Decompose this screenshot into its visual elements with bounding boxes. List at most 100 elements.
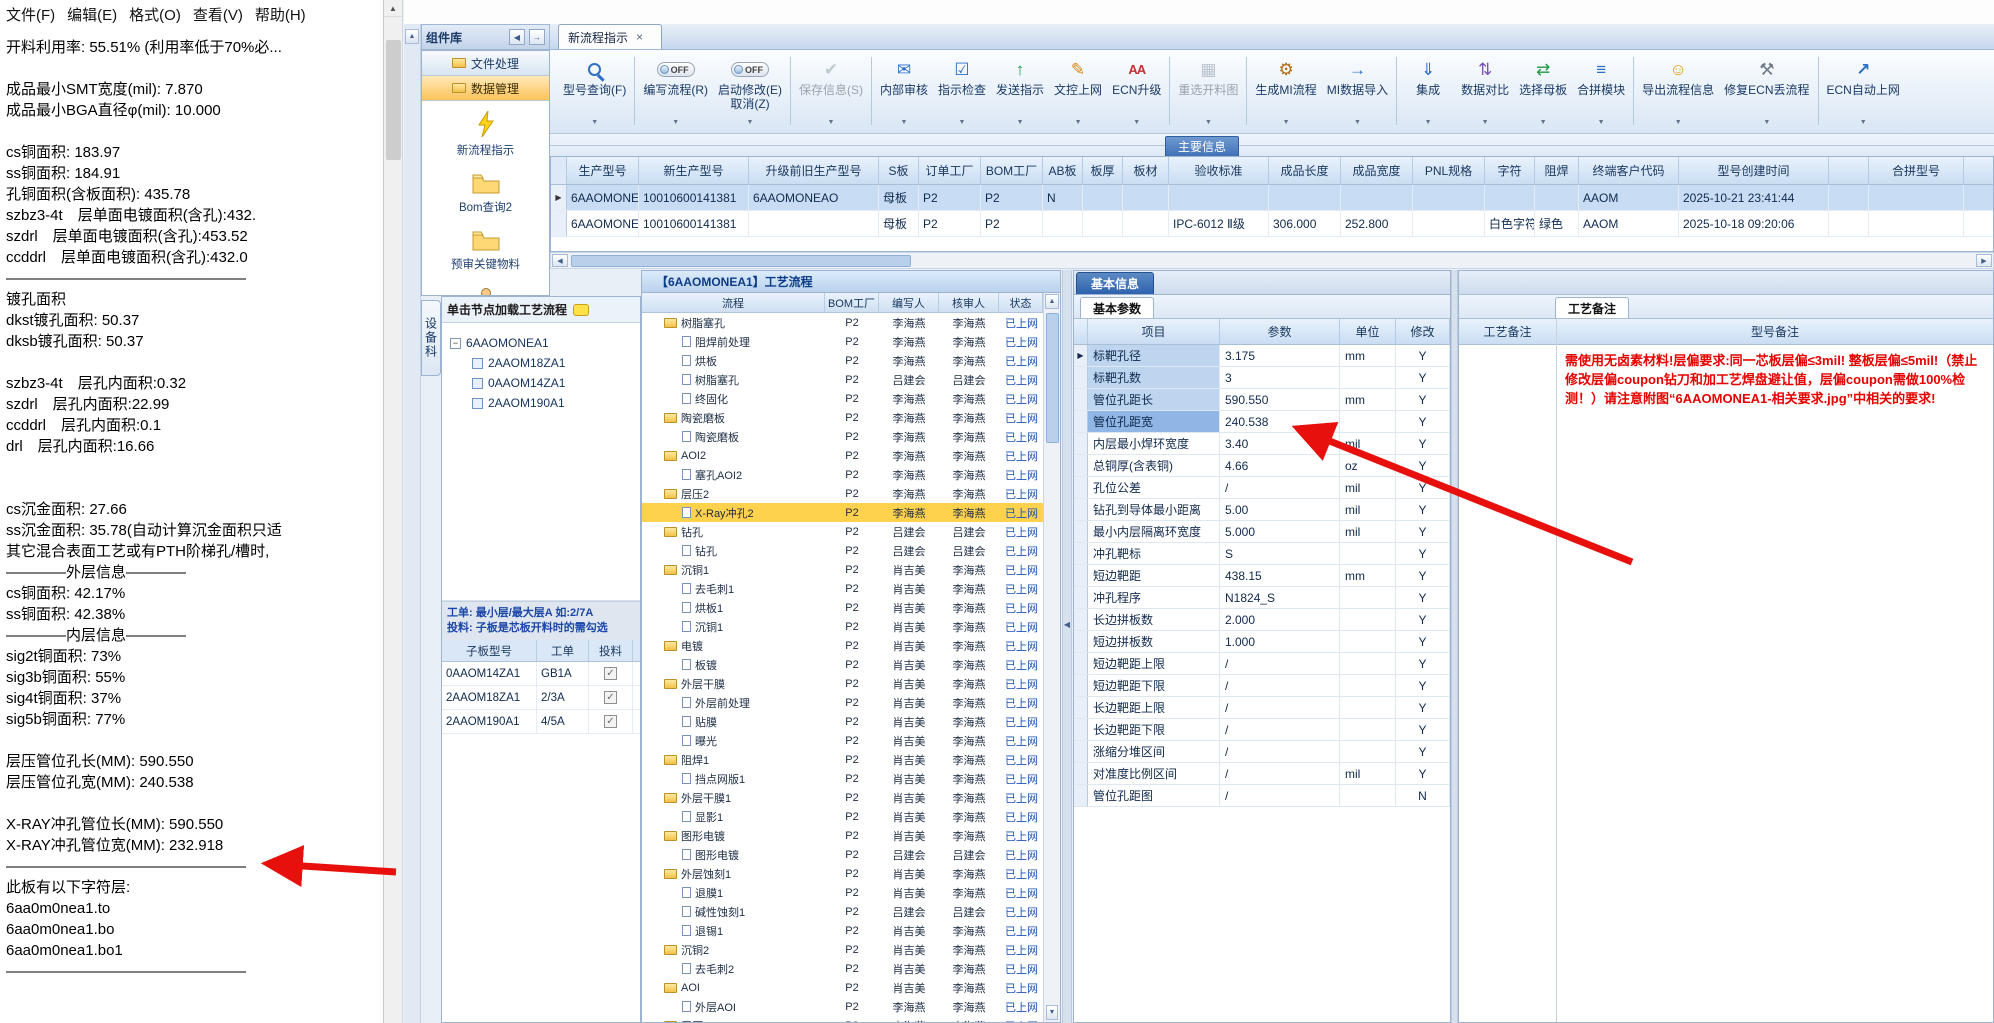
checkbox[interactable]: ✓ <box>604 667 617 680</box>
param-row-管位孔距宽[interactable]: 管位孔距宽 240.538 Y <box>1074 411 1450 433</box>
process-row-图形电镀[interactable]: 图形电镀 P2 肖吉美 李海燕 已上网 <box>642 826 1043 845</box>
param-row-短边靶距下限[interactable]: 短边靶距下限 / Y <box>1074 675 1450 697</box>
process-column-header-流程[interactable]: 流程 <box>642 293 825 312</box>
tab-basic-info[interactable]: 基本信息 <box>1076 272 1155 294</box>
toolbar-button-数据对比[interactable]: ⇅ 数据对比 ▼ <box>1456 54 1514 128</box>
toolbar-button-型号查询(F)[interactable]: 型号查询(F) ▼ <box>558 54 631 128</box>
scrollbar-thumb[interactable] <box>1046 313 1059 443</box>
params-column-header-修改[interactable]: 修改 <box>1396 319 1450 344</box>
scrollbar-thumb[interactable] <box>571 255 911 267</box>
tree-node-2AAOM18ZA1[interactable]: 2AAOM18ZA1 <box>450 353 638 373</box>
process-row-电镀[interactable]: 电镀 P2 肖吉美 李海燕 已上网 <box>642 636 1043 655</box>
dropdown-arrow-icon[interactable]: ▼ <box>1425 119 1432 126</box>
tab-basic-params[interactable]: 基本参数 <box>1080 297 1155 318</box>
toggle-off[interactable]: OFF <box>656 62 695 77</box>
param-row-短边拼板数[interactable]: 短边拼板数 1.000 Y <box>1074 631 1450 653</box>
param-row-孔位公差[interactable]: 孔位公差 / mil Y <box>1074 477 1450 499</box>
param-row-标靶孔径[interactable]: ▶ 标靶孔径 3.175 mm Y <box>1074 345 1450 367</box>
process-row-树脂塞孔[interactable]: 树脂塞孔 P2 李海燕 李海燕 已上网 <box>642 313 1043 332</box>
grid-column-header-BOM工厂[interactable]: BOM工厂 <box>981 157 1043 184</box>
dropdown-arrow-icon[interactable]: ▼ <box>1482 119 1489 126</box>
process-column-header-编写人[interactable]: 编写人 <box>879 293 939 312</box>
toolbar-button-ECN升级[interactable]: AA ECN升级 ▼ <box>1107 54 1166 128</box>
close-icon[interactable]: × <box>636 31 643 43</box>
dropdown-arrow-icon[interactable]: ▼ <box>828 119 835 126</box>
grid-column-header-订单工厂[interactable]: 订单工厂 <box>919 157 981 184</box>
grid-column-header-板材[interactable]: 板材 <box>1123 157 1169 184</box>
process-column-header-核审人[interactable]: 核审人 <box>939 293 999 312</box>
process-row-终固化[interactable]: 终固化 P2 李海燕 李海燕 已上网 <box>642 389 1043 408</box>
sidebar-group-文件处理[interactable]: 文件处理 <box>422 51 549 76</box>
pin-icon[interactable]: → <box>529 29 545 45</box>
grid-row[interactable]: ▶6AAOMONEA1100106001413816AAOMONEAO母板P2P… <box>551 185 1993 211</box>
row-selector[interactable]: ▶ <box>551 185 567 210</box>
params-column-header-单位[interactable]: 单位 <box>1340 319 1396 344</box>
dropdown-arrow-icon[interactable]: ▼ <box>1354 119 1361 126</box>
tree-collapse-icon[interactable]: − <box>450 337 461 349</box>
process-row-曝光[interactable]: 曝光 P2 肖吉美 李海燕 已上网 <box>642 731 1043 750</box>
grid-column-header-新生产型号[interactable]: 新生产型号 <box>639 157 749 184</box>
toolbar-button-ECN自动上网[interactable]: ↗ ECN自动上网 ▼ <box>1822 54 1905 128</box>
toolbar-button-修复ECN丢流程[interactable]: ⚒ 修复ECN丢流程 ▼ <box>1719 54 1814 128</box>
tab-process-notes[interactable]: 工艺备注 <box>1555 297 1630 318</box>
dropdown-arrow-icon[interactable]: ▼ <box>672 119 679 126</box>
toolbar-button-保存信息(S)[interactable]: ✔ 保存信息(S) ▼ <box>794 54 868 128</box>
process-row-钻孔[interactable]: 钻孔 P2 吕建会 吕建会 已上网 <box>642 541 1043 560</box>
model-notes-body[interactable]: 需使用无卤素材料!层偏要求:同一芯板层偏≤3mil! 整板层偏≤5mil!（禁止… <box>1557 345 1993 1022</box>
process-row-X-Ray冲孔2[interactable]: X-Ray冲孔2 P2 李海燕 李海燕 已上网 <box>642 503 1043 522</box>
grid-column-header-板厚[interactable]: 板厚 <box>1083 157 1123 184</box>
grid-column-header-AB板[interactable]: AB板 <box>1043 157 1083 184</box>
checkbox[interactable]: ✓ <box>604 715 617 728</box>
subboard-row-0AAOM14ZA1[interactable]: 0AAOM14ZA1 GB1A ✓ <box>442 662 640 686</box>
param-row-冲孔程序[interactable]: 冲孔程序 N1824_S Y <box>1074 587 1450 609</box>
param-row-短边靶距上限[interactable]: 短边靶距上限 / Y <box>1074 653 1450 675</box>
process-row-去毛刺2[interactable]: 去毛刺2 P2 肖吉美 李海燕 已上网 <box>642 959 1043 978</box>
process-row-沉铜1[interactable]: 沉铜1 P2 肖吉美 李海燕 已上网 <box>642 617 1043 636</box>
process-row-贴膜[interactable]: 贴膜 P2 肖吉美 李海燕 已上网 <box>642 712 1043 731</box>
scroll-down-icon[interactable]: ▼ <box>1046 1005 1058 1020</box>
grid-column-header-升级前旧生产型号[interactable]: 升级前旧生产型号 <box>749 157 879 184</box>
notepad-text[interactable]: 开料利用率: 55.51% (利用率低于70%必... 成品最小SMT宽度(mi… <box>0 29 383 982</box>
process-row-去毛刺1[interactable]: 去毛刺1 P2 肖吉美 李海燕 已上网 <box>642 579 1043 598</box>
dropdown-arrow-icon[interactable]: ▼ <box>1860 119 1867 126</box>
process-row-树脂塞孔[interactable]: 树脂塞孔 P2 吕建会 吕建会 已上网 <box>642 370 1043 389</box>
process-notes-body[interactable] <box>1459 345 1556 1022</box>
process-row-外层AOI[interactable]: 外层AOI P2 李海燕 李海燕 已上网 <box>642 997 1043 1016</box>
process-row-外层蚀刻1[interactable]: 外层蚀刻1 P2 肖吉美 李海燕 已上网 <box>642 864 1043 883</box>
scroll-up-icon[interactable]: ▲ <box>405 29 419 44</box>
dropdown-arrow-icon[interactable]: ▼ <box>1763 119 1770 126</box>
param-row-最小内层隔离环宽度[interactable]: 最小内层隔离环宽度 5.000 mil Y <box>1074 521 1450 543</box>
dropdown-arrow-icon[interactable]: ▼ <box>1283 119 1290 126</box>
tab-new-process-instruction[interactable]: 新流程指示 × <box>558 24 662 49</box>
toolbar-button-选择母板[interactable]: ⇄ 选择母板 ▼ <box>1514 54 1572 128</box>
param-row-对准度比例区间[interactable]: 对准度比例区间 / mil Y <box>1074 763 1450 785</box>
process-row-AOI[interactable]: AOI P2 肖吉美 李海燕 已上网 <box>642 978 1043 997</box>
param-row-管位孔距图[interactable]: 管位孔距图 / N <box>1074 785 1450 807</box>
grid-column-header-PNL规格[interactable]: PNL规格 <box>1413 157 1485 184</box>
param-row-长边靶距上限[interactable]: 长边靶距上限 / Y <box>1074 697 1450 719</box>
dropdown-arrow-icon[interactable]: ▼ <box>747 119 754 126</box>
tree-node-2AAOM190A1[interactable]: 2AAOM190A1 <box>450 393 638 413</box>
grid-column-header-型号创建时间[interactable]: 型号创建时间 <box>1679 157 1829 184</box>
process-row-外层干膜[interactable]: 外层干膜 P2 肖吉美 李海燕 已上网 <box>642 674 1043 693</box>
menu-item[interactable]: 编辑(E) <box>65 3 127 27</box>
process-row-退锡1[interactable]: 退锡1 P2 肖吉美 李海燕 已上网 <box>642 921 1043 940</box>
dropdown-arrow-icon[interactable]: ▼ <box>901 119 908 126</box>
param-row-长边拼板数[interactable]: 长边拼板数 2.000 Y <box>1074 609 1450 631</box>
process-row-AOI2[interactable]: AOI2 P2 李海燕 李海燕 已上网 <box>642 446 1043 465</box>
dropdown-arrow-icon[interactable]: ▼ <box>1598 119 1605 126</box>
sidebar-group-数据管理[interactable]: 数据管理 <box>422 76 549 101</box>
subboard-row-2AAOM190A1[interactable]: 2AAOM190A1 4/5A ✓ <box>442 710 640 734</box>
param-row-总铜厚(含表铜)[interactable]: 总铜厚(含表铜) 4.66 oz Y <box>1074 455 1450 477</box>
dropdown-arrow-icon[interactable]: ▼ <box>1540 119 1547 126</box>
toolbar-button-发送指示[interactable]: ↑ 发送指示 ▼ <box>991 54 1049 128</box>
process-row-外层前处理[interactable]: 外层前处理 P2 肖吉美 李海燕 已上网 <box>642 693 1043 712</box>
toolbar-button-合拼模块[interactable]: ≡ 合拼模块 ▼ <box>1572 54 1630 128</box>
scroll-right-icon[interactable]: ▶ <box>1976 254 1992 267</box>
grid-column-header-生产型号[interactable]: 生产型号 <box>567 157 639 184</box>
subboard-row-2AAOM18ZA1[interactable]: 2AAOM18ZA1 2/3A ✓ <box>442 686 640 710</box>
process-row-碱性蚀刻1[interactable]: 碱性蚀刻1 P2 吕建会 吕建会 已上网 <box>642 902 1043 921</box>
checkbox[interactable]: ✓ <box>604 691 617 704</box>
dropdown-arrow-icon[interactable]: ▼ <box>1205 119 1212 126</box>
grid-column-header-S板[interactable]: S板 <box>879 157 919 184</box>
